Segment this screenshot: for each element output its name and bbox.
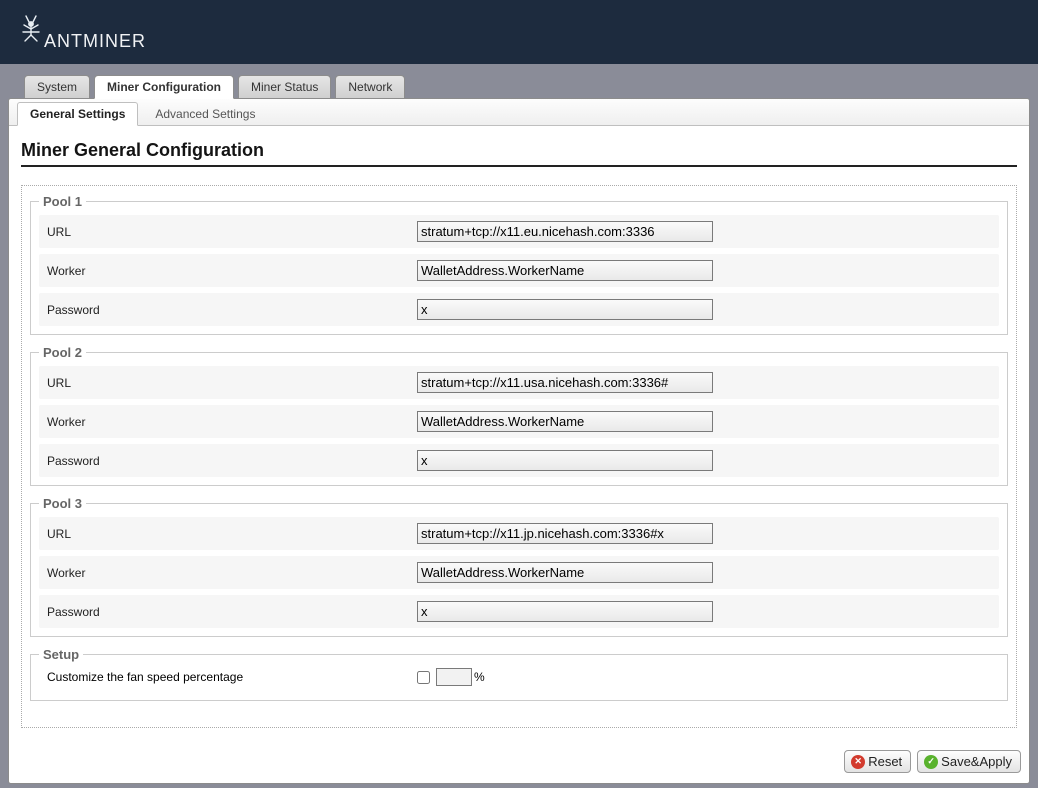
fan-speed-checkbox[interactable] [417,671,430,684]
pool-2-legend: Pool 2 [39,345,86,360]
pool-1-password-label: Password [47,303,417,317]
form-area: Pool 1 URL Worker Password [21,185,1017,728]
pool-3-legend: Pool 3 [39,496,86,511]
pool-2-password-label: Password [47,454,417,468]
page-title: Miner General Configuration [21,140,1017,167]
pool-2-worker-label: Worker [47,415,417,429]
pool-1-url-label: URL [47,225,417,239]
pool-2-password-input[interactable] [417,450,713,471]
setup-legend: Setup [39,647,83,662]
brand-text-thin: ANT [44,31,83,51]
main-tabs: System Miner Configuration Miner Status … [4,74,1034,98]
pool-3-fieldset: Pool 3 URL Worker Password [30,496,1008,637]
save-apply-button[interactable]: ✓ Save&Apply [917,750,1021,773]
tab-system[interactable]: System [24,75,90,99]
sub-tabs: General Settings Advanced Settings [9,99,1029,126]
fan-speed-input[interactable] [436,668,472,686]
ant-icon [18,12,44,50]
brand-text-bold: MINER [83,31,146,51]
pool-3-worker-input[interactable] [417,562,713,583]
reset-button[interactable]: ✕ Reset [844,750,911,773]
subtab-advanced-settings[interactable]: Advanced Settings [142,102,268,126]
pool-1-worker-input[interactable] [417,260,713,281]
main-panel: General Settings Advanced Settings Miner… [8,98,1030,784]
pool-3-url-label: URL [47,527,417,541]
pool-1-legend: Pool 1 [39,194,86,209]
pool-1-password-input[interactable] [417,299,713,320]
pool-3-worker-label: Worker [47,566,417,580]
pool-2-worker-input[interactable] [417,411,713,432]
tab-network[interactable]: Network [335,75,405,99]
pool-1-worker-label: Worker [47,264,417,278]
brand-logo: ANTMINER [18,12,146,52]
subtab-general-settings[interactable]: General Settings [17,102,138,126]
pool-3-password-label: Password [47,605,417,619]
pool-3-url-input[interactable] [417,523,713,544]
top-bar: ANTMINER [0,0,1038,64]
pool-1-fieldset: Pool 1 URL Worker Password [30,194,1008,335]
setup-fieldset: Setup Customize the fan speed percentage… [30,647,1008,701]
pool-2-url-label: URL [47,376,417,390]
fan-speed-label: Customize the fan speed percentage [47,670,417,684]
pool-3-password-input[interactable] [417,601,713,622]
pool-1-url-input[interactable] [417,221,713,242]
percent-symbol: % [474,670,485,684]
pool-2-fieldset: Pool 2 URL Worker Password [30,345,1008,486]
save-apply-button-label: Save&Apply [941,754,1012,769]
pool-2-url-input[interactable] [417,372,713,393]
tab-miner-status[interactable]: Miner Status [238,75,331,99]
tab-miner-configuration[interactable]: Miner Configuration [94,75,234,99]
footer-buttons: ✕ Reset ✓ Save&Apply [9,740,1029,783]
reset-button-label: Reset [868,754,902,769]
